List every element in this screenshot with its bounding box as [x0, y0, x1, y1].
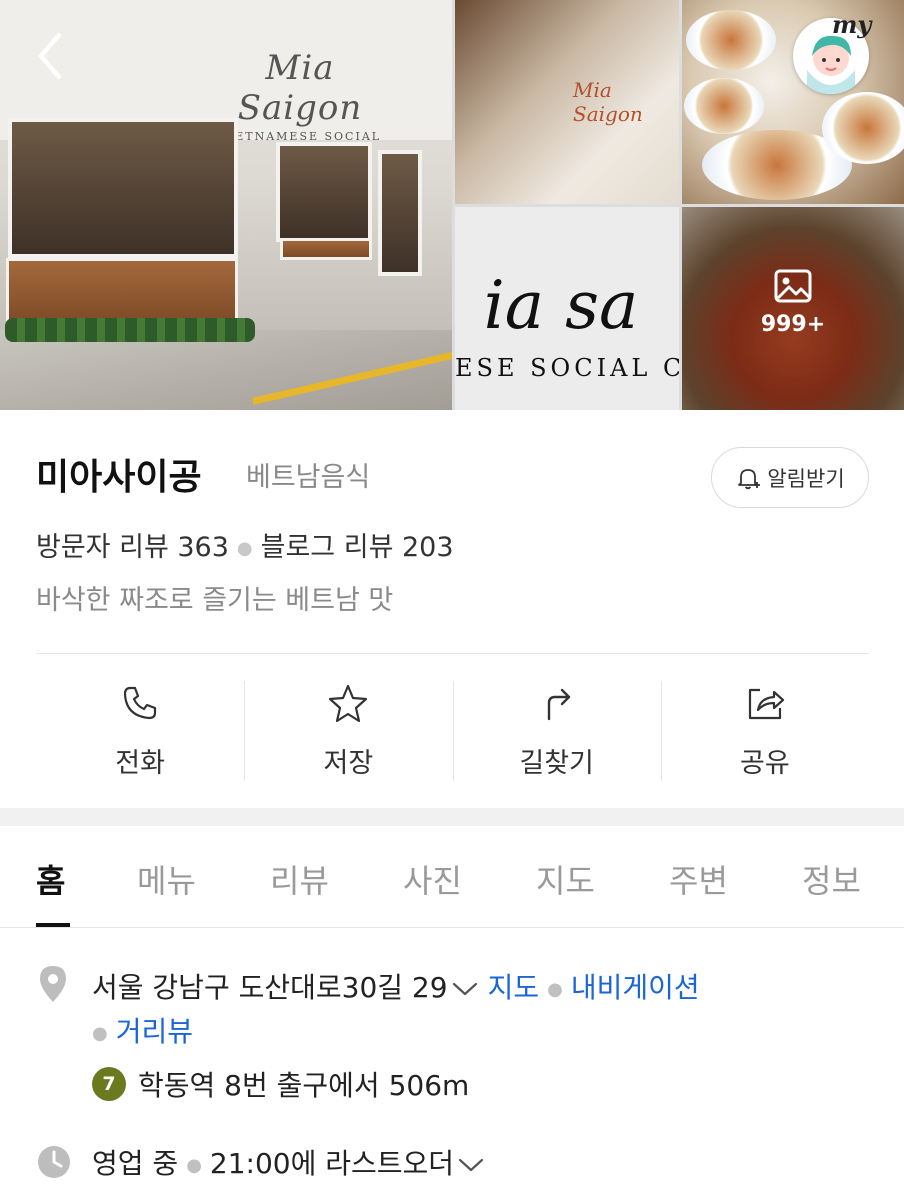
navigation-link[interactable]: 내비게이션	[571, 971, 700, 1004]
section-separator	[0, 808, 904, 826]
star-icon	[329, 684, 368, 723]
photo-gallery[interactable]: Mia Saigon VIETNAMESE SOCIAL CLUB Mia Sa…	[0, 0, 904, 410]
street-view-link[interactable]: 거리뷰	[116, 1015, 193, 1048]
place-category: 베트남음식	[246, 462, 371, 493]
subway-row: 7 학동역 8번 출구에서 506m	[92, 1064, 469, 1104]
photo-count-overlay[interactable]: 999+	[682, 268, 904, 337]
share-icon	[748, 688, 784, 720]
tab-home[interactable]: 홈	[36, 856, 65, 902]
storefront-window-right	[276, 142, 372, 242]
location-pin-icon	[40, 966, 66, 1002]
address-text: 서울 강남구 도산대로30길 29	[92, 971, 448, 1004]
share-label: 공유	[740, 748, 790, 779]
visitor-review-count[interactable]: 방문자 리뷰 363	[36, 532, 229, 563]
action-bar: 전화 저장 길찾기 공유	[36, 681, 869, 781]
clock-icon	[38, 1146, 70, 1178]
directions-button[interactable]: 길찾기	[452, 681, 661, 781]
logo-photo[interactable]: ia sa ESE SOCIAL CLU	[455, 207, 679, 410]
storefront-door	[378, 150, 422, 276]
share-button[interactable]: 공유	[660, 681, 869, 781]
place-description: 바삭한 짜조로 즐기는 베트남 맛	[36, 585, 394, 616]
logo-closeup: ia sa ESE SOCIAL CLU	[455, 267, 679, 382]
chevron-down-icon[interactable]	[452, 981, 478, 997]
map-link[interactable]: 지도	[488, 971, 540, 1004]
chevron-down-icon[interactable]	[458, 1157, 484, 1173]
call-button[interactable]: 전화	[36, 681, 244, 781]
storefront-bench	[280, 238, 372, 260]
dish-plate	[684, 78, 764, 134]
image-icon	[774, 269, 812, 303]
call-label: 전화	[115, 748, 165, 779]
open-status: 영업 중	[92, 1147, 179, 1180]
active-tab-indicator	[36, 923, 70, 927]
subway-directions-text: 학동역 8번 출구에서 506m	[138, 1069, 470, 1102]
alarm-button[interactable]: 알림받기	[711, 447, 869, 508]
review-summary: 방문자 리뷰 363 ● 블로그 리뷰 203	[36, 525, 454, 564]
subway-line-badge: 7	[92, 1067, 126, 1101]
interior-photo[interactable]: Mia Saigon	[455, 0, 679, 204]
tab-photos[interactable]: 사진	[403, 856, 462, 902]
divider	[36, 653, 869, 654]
phone-icon	[124, 686, 157, 720]
place-name: 미아사이공	[36, 457, 202, 498]
tab-map[interactable]: 지도	[536, 856, 595, 902]
bell-plus-icon	[738, 468, 761, 489]
tab-nearby[interactable]: 주변	[669, 856, 728, 902]
tab-menu[interactable]: 메뉴	[137, 856, 196, 902]
separator-dot: ●	[236, 538, 253, 559]
photo-count-text: 999+	[760, 312, 826, 337]
my-badge: my	[832, 10, 872, 39]
logo-closeup-title: ia sa	[483, 267, 639, 344]
separator-dot: ●	[547, 978, 563, 1000]
directions-label: 길찾기	[519, 748, 594, 779]
blog-review-count[interactable]: 블로그 리뷰 203	[261, 532, 454, 563]
tab-bar: 홈 메뉴 리뷰 사진 지도 주변 정보	[0, 826, 904, 928]
alarm-button-label: 알림받기	[767, 466, 845, 491]
logo-closeup-sub: ESE SOCIAL CLU	[455, 354, 679, 382]
tab-info[interactable]: 정보	[802, 856, 861, 902]
save-label: 저장	[323, 748, 374, 779]
tab-reviews[interactable]: 리뷰	[270, 856, 329, 902]
interior-sign: Mia Saigon	[573, 78, 643, 126]
dish-bowl	[822, 92, 904, 164]
address-row: 서울 강남구 도산대로30길 29 지도 ● 내비게이션	[92, 966, 700, 1006]
last-order-text: 21:00에 라스트오더	[209, 1147, 455, 1180]
separator-dot: ●	[186, 1154, 202, 1176]
address-row-continued: ● 거리뷰	[92, 1010, 193, 1050]
directions-icon	[547, 688, 570, 721]
storefront-logo-title: Mia Saigon	[237, 48, 363, 128]
separator-dot: ●	[92, 1022, 108, 1044]
chevron-left-icon	[38, 32, 62, 80]
storefront-plants	[5, 318, 255, 342]
dish-plate	[686, 10, 776, 70]
hours-row[interactable]: 영업 중 ● 21:00에 라스트오더	[92, 1142, 494, 1182]
storefront-window-left	[8, 118, 238, 258]
save-button[interactable]: 저장	[244, 681, 452, 781]
back-button[interactable]	[28, 28, 72, 84]
